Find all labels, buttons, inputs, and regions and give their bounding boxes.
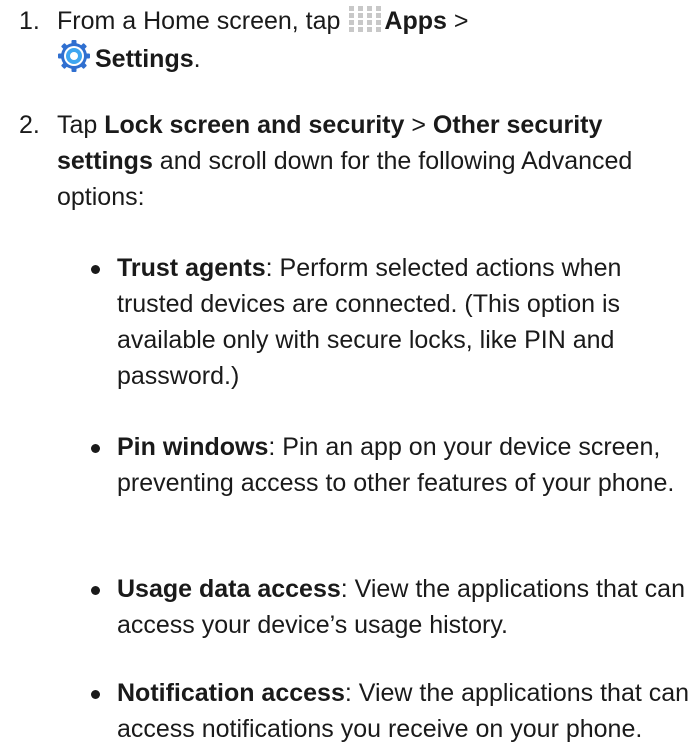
bullet-icon — [91, 690, 100, 699]
step-text-part: . — [193, 45, 201, 73]
option-term: Pin windows — [117, 433, 269, 461]
lock-screen-label: Lock screen and security — [104, 111, 405, 139]
step-text-part: From a Home screen, tap — [57, 7, 348, 35]
settings-gear-icon — [57, 39, 91, 73]
step-text: From a Home screen, tap Apps > Settings. — [57, 3, 697, 77]
option-term: Notification access — [117, 679, 345, 707]
option-text: Trust agents: Perform selected actions w… — [117, 250, 699, 394]
separator: > — [404, 111, 433, 139]
option-term: Trust agents — [117, 254, 266, 282]
option-text: Notification access: View the applicatio… — [117, 675, 699, 747]
apps-label: Apps — [384, 7, 447, 35]
option-text: Pin windows: Pin an app on your device s… — [117, 429, 699, 501]
step-number: 1. — [19, 7, 40, 35]
step-text: Tap Lock screen and security > Other sec… — [57, 107, 697, 215]
separator: > — [446, 7, 469, 35]
bullet-icon — [91, 586, 100, 595]
settings-label: Settings — [95, 45, 194, 73]
apps-grid-icon — [348, 5, 382, 33]
bullet-icon — [91, 265, 100, 274]
step-number: 2. — [19, 111, 40, 139]
bullet-icon — [91, 444, 100, 453]
step-text-part: Tap — [57, 111, 105, 139]
option-text: Usage data access: View the applications… — [117, 571, 699, 643]
option-term: Usage data access — [117, 575, 341, 603]
